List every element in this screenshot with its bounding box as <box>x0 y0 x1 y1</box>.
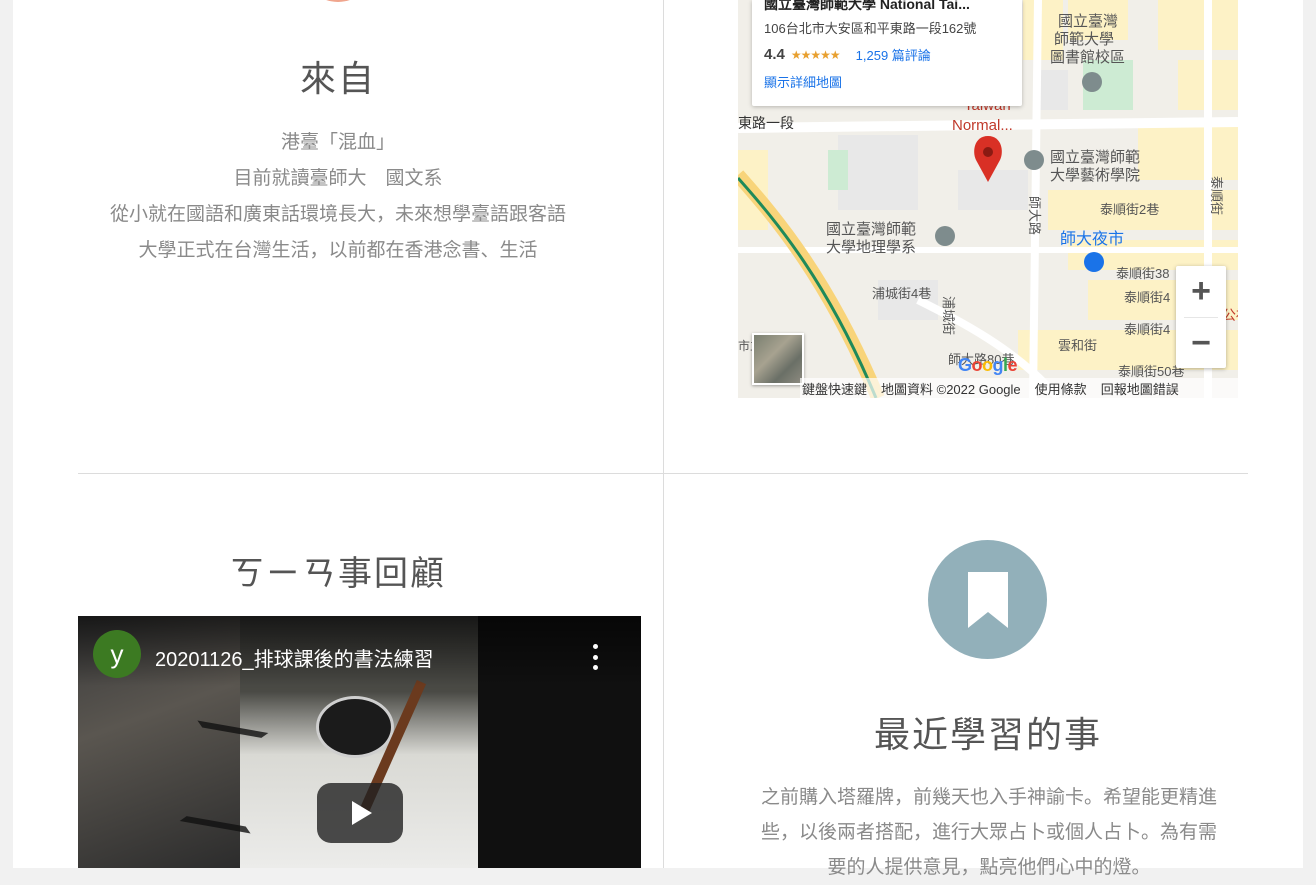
bio-line: 目前就讀臺師大 國文系 <box>233 167 443 189</box>
map-label: 浦城街4巷 <box>872 286 931 301</box>
row-divider <box>78 473 1248 474</box>
play-icon <box>352 801 372 825</box>
bookmark-badge <box>928 540 1047 659</box>
recent-line: 之前購入塔羅牌，前幾天也入手神諭卡。希望能更精進 <box>760 786 1217 808</box>
keyboard-shortcuts-link[interactable]: 鍵盤快速鍵 <box>802 379 867 398</box>
bio-text: 港臺「混血」 目前就讀臺師大 國文系 從小就在國語和廣東話環境長大，未來想學臺語… <box>78 124 598 268</box>
section-title-review: ㄎㄧㄢ事回顧 <box>230 554 446 594</box>
map-footer: 鍵盤快速鍵 地圖資料 ©2022 Google 使用條款 回報地圖錯誤 <box>800 378 1238 398</box>
youtube-video-embed[interactable]: y 20201126_排球課後的書法練習 <box>78 616 641 868</box>
bio-line: 港臺「混血」 <box>280 131 395 153</box>
video-title[interactable]: 20201126_排球課後的書法練習 <box>155 643 434 672</box>
more-options-icon[interactable] <box>586 644 604 670</box>
section-title-from: 來自 <box>299 59 376 100</box>
place-address: 106台北市大安區和平東路一段162號 <box>764 21 977 36</box>
map-label: 師大路 <box>1027 196 1042 235</box>
zoom-out-button[interactable]: − <box>1176 318 1226 369</box>
channel-avatar[interactable]: y <box>93 630 141 678</box>
reviews-link[interactable]: 1,259 篇評論 <box>856 45 931 64</box>
map-label: 大學藝術學院 <box>1050 166 1140 184</box>
recent-text: 之前購入塔羅牌，前幾天也入手神諭卡。希望能更精進 些，以後兩者搭配，進行大眾占卜… <box>733 780 1245 885</box>
map-label: 國立臺灣師範 <box>826 220 916 238</box>
ink-stone <box>316 696 394 758</box>
satellite-toggle-thumbnail[interactable] <box>752 333 804 385</box>
map-label: 師範大學 <box>1054 30 1114 48</box>
map-label: 雲和街 <box>1058 338 1097 353</box>
bio-line: 從小就在國語和廣東話環境長大，未來想學臺語跟客語 <box>109 203 566 225</box>
place-name: 國立臺灣師範大學 National Tai... <box>764 0 970 12</box>
map-label: 師大夜市 <box>1060 230 1124 248</box>
map-label: 浦城街 <box>941 296 956 335</box>
bookmark-icon <box>968 572 1008 628</box>
map-label: 東路一段 <box>738 115 794 131</box>
view-larger-map-link[interactable]: 顯示詳細地圖 <box>764 72 1010 91</box>
map-data-credit: 地圖資料 ©2022 Google <box>881 381 1021 397</box>
map-label: 泰順街38 <box>1116 266 1169 281</box>
terms-link[interactable]: 使用條款 <box>1035 379 1087 398</box>
zoom-in-button[interactable]: + <box>1176 266 1226 317</box>
column-divider <box>663 0 664 868</box>
map-label: 泰順街4 <box>1124 322 1170 337</box>
bio-line: 大學正式在台灣生活，以前都在香港念書、生活 <box>138 239 538 261</box>
map-label: 圖書館校區 <box>1050 49 1125 66</box>
map-label: 國立臺灣 <box>1058 13 1118 30</box>
rating-value: 4.4 <box>764 46 785 63</box>
play-button[interactable] <box>317 783 403 843</box>
map-label: Normal... <box>952 117 1013 134</box>
report-error-link[interactable]: 回報地圖錯誤 <box>1101 379 1179 398</box>
star-rating-icon: ★★★★★ <box>790 47 841 62</box>
map-place-card: 國立臺灣師範大學 National Tai... 106台北市大安區和平東路一段… <box>752 0 1022 106</box>
google-logo: Google <box>958 355 1018 375</box>
map-zoom-control: + − <box>1176 266 1226 368</box>
section-title-recent: 最近學習的事 <box>873 715 1102 756</box>
map-label: 泰順街4 <box>1124 290 1170 305</box>
place-rating: 4.4 ★★★★★ 1,259 篇評論 <box>764 45 1010 64</box>
map-label: 泰順街50巷 <box>1118 364 1184 379</box>
map-label: 泰順街 <box>1209 176 1224 215</box>
map-label: 大學地理學系 <box>826 238 916 256</box>
recent-line: 些，以後兩者搭配，進行大眾占卜或個人占卜。為有需 <box>760 821 1217 843</box>
map-label: 國立臺灣師範 <box>1050 148 1140 166</box>
map-label: 泰順街2巷 <box>1100 202 1159 217</box>
